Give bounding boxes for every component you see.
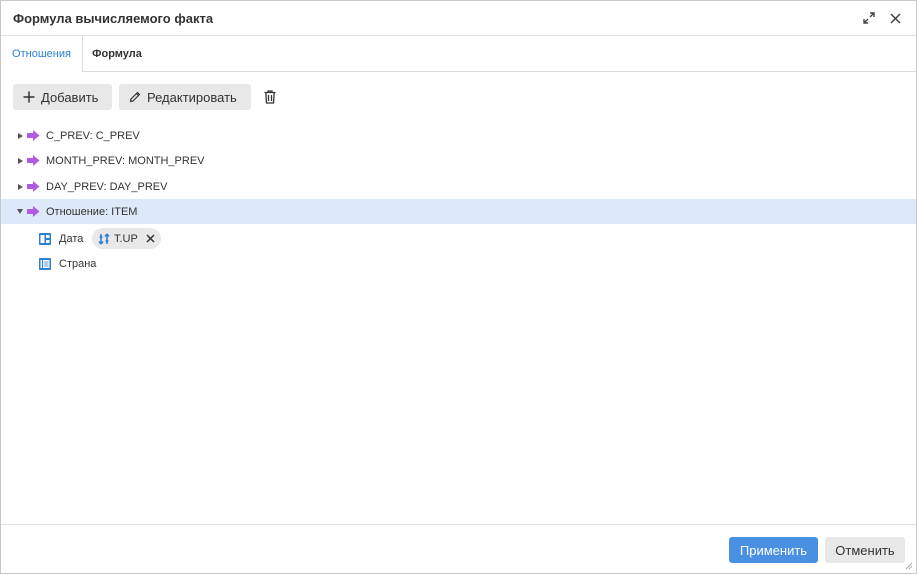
tree-item-month-prev[interactable]: MONTH_PREV: MONTH_PREV	[1, 148, 916, 173]
dialog-title: Формула вычисляемого факта	[13, 11, 214, 26]
dimension-chip-label: T.UP	[114, 232, 138, 245]
tree-child-date[interactable]: Дата	[39, 228, 83, 250]
trash-icon	[264, 90, 276, 104]
tree-child-country[interactable]: Страна	[39, 253, 96, 275]
collapse-arrow[interactable]	[16, 208, 24, 216]
chip-remove-button[interactable]	[146, 234, 155, 243]
caret-down-icon	[17, 209, 23, 214]
relation-arrow-icon	[27, 130, 40, 141]
tree-item-label: C_PREV: C_PREV	[46, 129, 140, 142]
calendar-dimension-icon	[39, 233, 51, 245]
tab-relations[interactable]: Отношения	[1, 36, 83, 72]
expand-arrow[interactable]	[16, 183, 24, 191]
tab-formula[interactable]: Формула	[83, 36, 151, 71]
caret-right-icon	[17, 132, 23, 139]
expand-icon	[863, 12, 875, 24]
dictionary-icon	[39, 258, 51, 270]
plus-icon	[23, 91, 35, 103]
tree-child-label: Дата	[59, 233, 84, 245]
close-button[interactable]	[885, 8, 905, 28]
tree-item-c-prev[interactable]: C_PREV: C_PREV	[1, 123, 916, 148]
tree-item-label: MONTH_PREV: MONTH_PREV	[46, 154, 205, 167]
calculated-fact-formula-dialog: Формула вычисляемого факта Отношения Фор…	[0, 0, 917, 574]
tab-formula-label: Формула	[92, 47, 142, 60]
delete-button[interactable]	[262, 88, 278, 106]
tab-bar: Отношения Формула	[1, 36, 916, 72]
edit-button-label: Редактировать	[147, 89, 237, 105]
tree-item-label: Отношение: ITEM	[46, 205, 138, 218]
expand-arrow[interactable]	[16, 132, 24, 140]
cancel-button[interactable]: Отменить	[825, 537, 905, 563]
relation-arrow-icon	[27, 155, 40, 166]
resize-grip-icon[interactable]	[905, 562, 913, 570]
close-icon	[889, 12, 901, 24]
relation-arrow-icon	[27, 181, 40, 192]
tab-relations-label: Отношения	[12, 48, 71, 60]
caret-right-icon	[17, 183, 23, 190]
dialog-title-bar: Формула вычисляемого факта	[1, 1, 916, 36]
tree-item-day-prev[interactable]: DAY_PREV: DAY_PREV	[1, 174, 916, 199]
edit-button[interactable]: Редактировать	[119, 84, 251, 110]
tree-child-label: Страна	[59, 258, 97, 270]
sort-icon	[98, 233, 110, 245]
pencil-icon	[129, 91, 141, 103]
relation-arrow-icon	[27, 206, 40, 217]
tree-item-label: DAY_PREV: DAY_PREV	[46, 180, 168, 193]
dimension-chip[interactable]: T.UP	[92, 228, 161, 249]
caret-right-icon	[17, 157, 23, 164]
close-icon	[146, 234, 155, 243]
maximize-button[interactable]	[859, 8, 879, 28]
tree-item-relation-item[interactable]: Отношение: ITEM	[1, 199, 916, 224]
add-button-label: Добавить	[41, 89, 99, 105]
add-button[interactable]: Добавить	[13, 84, 112, 110]
expand-arrow[interactable]	[16, 157, 24, 165]
apply-button[interactable]: Применить	[729, 537, 818, 563]
